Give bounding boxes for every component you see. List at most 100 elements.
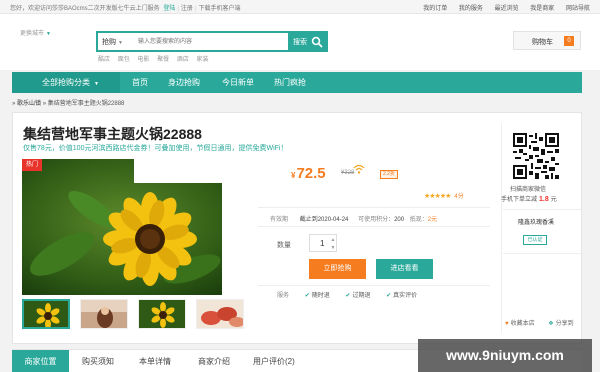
top-bar-left: 您好，欢迎访问莎莎BAOcms二次开发版七牛云上门服务 登陆 | 注册 | 下载手机客户…	[10, 6, 241, 12]
share-icon: ❖	[548, 321, 554, 327]
nav-item-home[interactable]: 首页	[132, 72, 148, 93]
rebate-value: 2元	[427, 217, 438, 223]
divider	[503, 253, 581, 254]
product-subtitle: 仅售78元，价值100元河滨西路店代金券！可叠加使用，节假日通用，提供免费WiF…	[23, 145, 288, 152]
hot-word[interactable]: 家装	[196, 57, 208, 63]
image-blank-area	[222, 183, 246, 295]
welcome-text: 您好，欢迎访问莎莎BAOcms二次开发版七牛云上门服务	[10, 6, 160, 12]
hot-search-words: 酷店 面包 电影 聚餐 酒店 家装	[98, 54, 214, 63]
site-nav-link[interactable]: 网站导航	[566, 6, 590, 12]
visit-shop-button[interactable]: 进店看看	[376, 259, 433, 279]
heart-icon: ♥	[505, 321, 509, 327]
top-bar-links: 我的订单 我的服务 最近浏览 我是商家 网站导航	[413, 3, 590, 12]
thumbnail[interactable]	[138, 299, 186, 329]
download-app-link[interactable]: 下载手机客户端	[199, 6, 241, 12]
cart-count-badge: 0	[564, 36, 574, 46]
quantity-value: 1	[320, 239, 325, 248]
service-text: 随时退	[311, 293, 330, 299]
hot-word[interactable]: 酷店	[98, 57, 110, 63]
nav-item-hot[interactable]: 热门疯抢	[274, 72, 306, 93]
validity-value: 截止到2020-04-24	[299, 217, 349, 223]
chevron-down-icon: ▼	[118, 40, 123, 46]
service-expired-refund: ✔ 过期退	[345, 293, 370, 299]
search-category-label: 抢购	[102, 39, 116, 46]
top-bar: 您好，欢迎访问莎莎BAOcms二次开发版七牛云上门服务 登陆 | 注册 | 下载手机客户…	[0, 0, 600, 14]
quantity-label: 数量	[277, 242, 291, 249]
product-title: 集结营地军事主题火锅22888	[23, 126, 202, 142]
qr-caption: 扫描商家微信	[510, 187, 547, 193]
favorite-label: 收藏本店	[510, 321, 535, 327]
nav-item-today-deals[interactable]: 今日新单	[222, 72, 254, 93]
service-real-reviews: ✔ 真实评价	[386, 293, 417, 299]
service-row: 服务 ✔ 随时退 ✔ 过期退 ✔ 真实评价	[277, 290, 417, 299]
qr-code-icon	[513, 133, 559, 179]
divider	[258, 226, 490, 227]
tab-user-reviews[interactable]: 用户评价(2)	[253, 350, 295, 372]
tab-merchant-intro[interactable]: 商家介绍	[198, 350, 230, 372]
service-label: 服务	[277, 293, 290, 299]
thumbnail-strip	[22, 299, 252, 331]
search-icon	[311, 36, 323, 48]
city-selector[interactable]: 更换城市 ▼	[20, 28, 51, 37]
register-link[interactable]: 注册	[181, 6, 193, 12]
hot-word[interactable]: 面包	[118, 57, 130, 63]
main-nav: 全部抢购分类 ▼ 首页 身边抢购 今日新单 热门疯抢	[12, 72, 582, 93]
quantity-stepper[interactable]: 1 ▲ ▼	[309, 234, 337, 252]
rebate-label: 抵现：	[409, 217, 428, 223]
tab-deal-details[interactable]: 本单详情	[139, 350, 171, 372]
increment-icon[interactable]: ▲	[330, 236, 336, 244]
currency-symbol: ¥	[291, 171, 296, 180]
service-text: 真实评价	[393, 293, 418, 299]
thumbnail[interactable]	[22, 299, 70, 329]
merchant-link[interactable]: 我是商家	[530, 6, 554, 12]
search-box: 抢购▼ 搜索	[96, 31, 328, 52]
share-link[interactable]: ❖ 分享到	[548, 321, 573, 327]
mobile-discount-label: 手机下单立减	[501, 197, 538, 203]
validity-row: 有效期 截止到2020-04-24 可使用积分：200 抵现：2元	[270, 214, 437, 223]
points-value: 200	[394, 217, 405, 223]
header: 更换城市▼ 抢购▼ 搜索 酷店 面包 电影 聚餐 酒店 家装 购物车 0	[0, 14, 600, 70]
recent-views-link[interactable]: 最近浏览	[495, 6, 519, 12]
points-label: 可使用积分：	[358, 217, 395, 223]
search-category-select[interactable]: 抢购 ▼	[102, 37, 123, 47]
my-orders-link[interactable]: 我的订单	[423, 6, 447, 12]
my-services-link[interactable]: 我的服务	[459, 6, 483, 12]
wifi-icon	[353, 164, 365, 174]
breadcrumb-current: » 集结营地军事主题火锅22888	[42, 101, 125, 107]
breadcrumb-category-link[interactable]: 歌乐山镇	[17, 101, 41, 107]
favorite-shop-link[interactable]: ♥ 收藏本店	[505, 321, 535, 327]
share-label: 分享到	[555, 321, 574, 327]
hot-badge: 热门	[22, 159, 42, 171]
login-link[interactable]: 登陆	[163, 6, 175, 12]
hot-word[interactable]: 电影	[137, 57, 149, 63]
validity-label: 有效期	[270, 217, 289, 223]
divider	[258, 285, 490, 286]
tab-location[interactable]: 商家位置	[12, 350, 69, 372]
search-input[interactable]	[138, 36, 286, 48]
merchant-name[interactable]: 隆鑫玖瑰香溪	[518, 217, 554, 226]
product-main-image[interactable]: 热门	[22, 159, 246, 295]
nav-item-nearby[interactable]: 身边抢购	[168, 72, 200, 93]
hot-word[interactable]: 聚餐	[157, 57, 169, 63]
buy-now-button[interactable]: 立即抢购	[309, 259, 366, 279]
chevron-down-icon: ▼	[46, 31, 51, 37]
all-categories-menu[interactable]: 全部抢购分类 ▼	[12, 72, 120, 93]
star-icons: ★★★★★	[424, 193, 451, 200]
product-panel: 集结营地军事主题火锅22888 仅售78元，价值100元河滨西路店代金券！可叠加…	[12, 112, 582, 344]
decrement-icon[interactable]: ▼	[330, 244, 336, 252]
thumbnail[interactable]	[196, 299, 244, 329]
tab-purchase-notes[interactable]: 购买须知	[82, 350, 114, 372]
check-icon: ✔	[345, 293, 351, 299]
cart-button[interactable]: 购物车 0	[513, 31, 581, 50]
thumbnail[interactable]	[80, 299, 128, 329]
all-categories-label: 全部抢购分类	[42, 78, 90, 87]
search-button[interactable]: 搜索	[288, 33, 326, 50]
hot-word[interactable]: 酒店	[177, 57, 189, 63]
mobile-discount-text: 手机下单立减 1.8 元	[501, 194, 557, 203]
cart-label: 购物车	[532, 39, 553, 46]
mobile-discount-unit: 元	[550, 197, 557, 203]
image-blank-area	[134, 159, 246, 183]
watermark: www.9niuym.com	[418, 339, 592, 372]
service-text: 过期退	[352, 293, 371, 299]
service-refund-anytime: ✔ 随时退	[305, 293, 330, 299]
